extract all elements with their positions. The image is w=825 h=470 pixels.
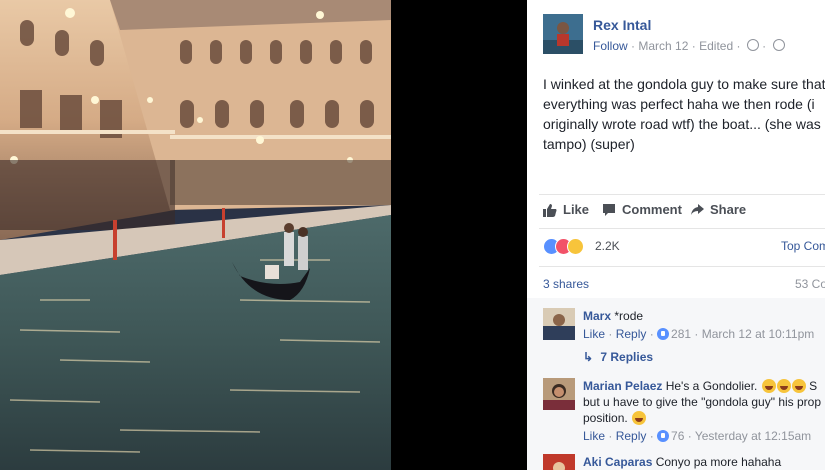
- post-text: I winked at the gondola guy to make sure…: [543, 76, 825, 152]
- reply-arrow-icon: ↳: [583, 350, 594, 364]
- commenter-name[interactable]: Marian Pelaez: [583, 379, 662, 393]
- action-bar: Like Comment Share: [543, 202, 825, 222]
- gondola-canal-image: [0, 0, 391, 470]
- comment-body: Marx *rode Like · Reply · 281 · March 12…: [583, 308, 825, 342]
- speech-bubble-icon: [602, 203, 616, 217]
- avatar[interactable]: [543, 454, 575, 470]
- author-avatar[interactable]: [543, 14, 583, 54]
- laughing-emoji-icon: [761, 379, 776, 393]
- laughing-emoji-icon: [776, 379, 791, 393]
- post-panel: Rex Intal Follow · March 12 · Edited · ·…: [527, 0, 825, 470]
- comment-time[interactable]: March 12 at 10:11pm: [702, 327, 815, 341]
- comment-text-cont: S: [809, 379, 818, 393]
- post-meta: Follow · March 12 · Edited · ·: [593, 39, 785, 53]
- divider: [539, 266, 825, 267]
- divider: [539, 194, 825, 195]
- share-arrow-icon: [690, 203, 704, 217]
- laughing-emoji-icon: [791, 379, 806, 393]
- follow-link[interactable]: Follow: [593, 39, 628, 53]
- comment-text: *rode: [614, 309, 644, 323]
- laughing-emoji-icon: [632, 411, 647, 425]
- post-photo[interactable]: [0, 0, 391, 470]
- comment-body: Aki Caparas Conyo pa more hahaha: [583, 454, 825, 470]
- thumbs-up-icon: [657, 328, 670, 340]
- comment-button[interactable]: Comment: [602, 202, 682, 217]
- comment-footer: Like · Reply · 281 · March 12 at 10:11pm: [583, 327, 815, 341]
- top-comments-dropdown[interactable]: Top Comments: [781, 239, 825, 253]
- share-label: Share: [710, 202, 747, 217]
- avatar[interactable]: [543, 308, 575, 340]
- like-button[interactable]: Like: [543, 202, 589, 217]
- view-replies-link[interactable]: ↳ 7 Replies: [583, 350, 653, 364]
- comment-body: Marian Pelaez He's a Gondolier. S but u …: [583, 378, 825, 444]
- comment-text: He's a Gondolier.: [665, 379, 758, 393]
- divider: [539, 228, 825, 229]
- comment-like-count[interactable]: 281: [671, 327, 691, 341]
- comment-label: Comment: [622, 202, 682, 217]
- share-button[interactable]: Share: [690, 202, 746, 217]
- meta-separator: ·: [762, 39, 767, 53]
- comment-text: Conyo pa more hahaha: [655, 455, 782, 469]
- post-date[interactable]: March 12: [638, 39, 688, 53]
- shares-row: 3 shares 53 Comments: [543, 277, 825, 291]
- thumbs-up-icon: [657, 430, 670, 442]
- comments-section: Marx *rode Like · Reply · 281 · March 12…: [527, 298, 825, 470]
- haha-reaction-icon[interactable]: [567, 238, 584, 255]
- photo-viewer: [0, 0, 527, 470]
- shares-count[interactable]: 3 shares: [543, 277, 589, 291]
- commenter-name[interactable]: Marx: [583, 309, 611, 323]
- like-label: Like: [563, 202, 590, 217]
- comment-like-link[interactable]: Like: [583, 429, 605, 443]
- meta-separator: ·: [631, 39, 636, 53]
- comment-like-count[interactable]: 76: [671, 429, 684, 443]
- meta-separator: ·: [736, 39, 741, 53]
- reactions-row: 2.2K Top Comments: [543, 238, 825, 256]
- edited-label[interactable]: Edited: [699, 39, 733, 53]
- comment-like-link[interactable]: Like: [583, 327, 605, 341]
- reaction-count[interactable]: 2.2K: [595, 239, 620, 253]
- gear-icon[interactable]: [746, 39, 759, 51]
- commenter-name[interactable]: Aki Caparas: [583, 455, 652, 469]
- meta-separator: ·: [691, 39, 696, 53]
- comment-reply-link[interactable]: Reply: [616, 327, 647, 341]
- comment-reply-link[interactable]: Reply: [616, 429, 647, 443]
- comment-text-line: position.: [583, 411, 628, 425]
- comments-count[interactable]: 53 Comments: [795, 277, 825, 291]
- avatar[interactable]: [543, 378, 575, 410]
- globe-icon[interactable]: [772, 39, 785, 51]
- thumbs-up-icon: [543, 203, 557, 217]
- comment-text-line: but u have to give the "gondola guy" his…: [583, 395, 822, 409]
- author-name[interactable]: Rex Intal: [593, 17, 651, 33]
- comment-time[interactable]: Yesterday at 12:15am: [695, 429, 811, 443]
- replies-count: 7 Replies: [600, 350, 654, 364]
- comment-footer: Like · Reply · 76 · Yesterday at 12:15am: [583, 429, 812, 443]
